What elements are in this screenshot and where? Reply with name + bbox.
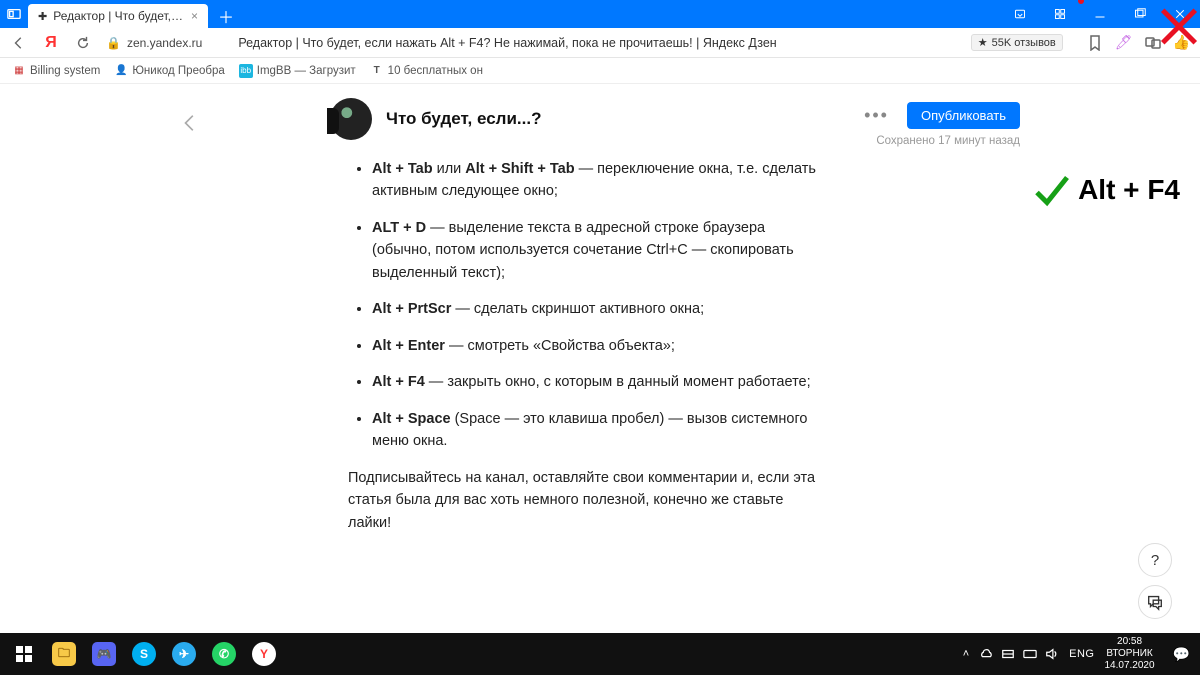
file-explorer-icon[interactable]: 🗀	[44, 633, 84, 675]
discord-icon[interactable]: 🎮	[84, 633, 124, 675]
bookmark-item[interactable]: ▦Billing system	[12, 64, 100, 78]
lock-icon: 🔒	[106, 36, 121, 50]
shortcut-item: Alt + Tab или Alt + Shift + Tab — перекл…	[372, 158, 828, 203]
thumbs-up-icon[interactable]: 👍	[1173, 34, 1190, 51]
address-field[interactable]: 🔒 zen.yandex.ru	[106, 36, 202, 50]
cloud-icon[interactable]	[979, 647, 993, 661]
reviews-badge[interactable]: ★ 55K отзывов	[971, 34, 1063, 51]
editor-back-button[interactable]	[180, 112, 202, 139]
more-menu-icon[interactable]: •••	[864, 105, 889, 126]
reload-button[interactable]	[74, 34, 92, 52]
url-host: zen.yandex.ru	[127, 36, 202, 50]
shortcut-item: ALT + D — выделение текста в адресной ст…	[372, 217, 828, 284]
bookmark-icon[interactable]	[1087, 35, 1103, 51]
close-button[interactable]	[1160, 0, 1200, 28]
language-indicator[interactable]: ENG	[1069, 648, 1094, 660]
browser-tab[interactable]: ✚ Редактор | Что будет, ес ×	[28, 4, 208, 28]
feather-icon[interactable]: 🖊	[1115, 34, 1133, 51]
channel-title: Что будет, если...?	[386, 109, 541, 129]
article-body[interactable]: Alt + Tab или Alt + Shift + Tab — перекл…	[348, 158, 828, 534]
shortcut-item: Alt + F4 — закрыть окно, с которым в дан…	[372, 371, 828, 393]
tray-chevron-icon[interactable]: ˄	[963, 648, 969, 660]
system-tray[interactable]	[979, 647, 1059, 661]
bookmark-item[interactable]: T10 бесплатных он	[370, 64, 483, 78]
bookmarks-bar: ▦Billing system 👤Юникод Преобра ibbImgBB…	[0, 58, 1200, 84]
maximize-button[interactable]	[1120, 0, 1160, 28]
back-button[interactable]	[10, 34, 28, 52]
reviews-text: 55K отзывов	[992, 37, 1056, 49]
start-button[interactable]	[4, 633, 44, 675]
new-tab-button[interactable]: ＋	[214, 4, 238, 28]
minimize-button[interactable]	[1080, 0, 1120, 28]
shortcut-item: Alt + Enter — смотреть «Свойства объекта…	[372, 335, 828, 357]
zen-favicon: ✚	[38, 10, 47, 23]
whatsapp-icon[interactable]: ✆	[204, 633, 244, 675]
volume-icon[interactable]	[1045, 647, 1059, 661]
annotation-text: Alt + F4	[1078, 174, 1180, 206]
bookmark-item[interactable]: ibbImgBB — Загрузит	[239, 64, 356, 78]
extensions-icon[interactable]	[1040, 0, 1080, 28]
publish-button[interactable]: Опубликовать	[907, 102, 1020, 129]
telegram-icon[interactable]: ✈	[164, 633, 204, 675]
save-status: Сохранено 17 минут назад	[876, 135, 1020, 147]
skype-icon[interactable]: S	[124, 633, 164, 675]
input-icon[interactable]	[1023, 647, 1037, 661]
clock[interactable]: 20:58 ВТОРНИК 14.07.2020	[1105, 636, 1163, 672]
help-button[interactable]: ?	[1138, 543, 1172, 577]
shortcut-item: Alt + PrtScr — сделать скриншот активног…	[372, 298, 828, 320]
tab-title: Редактор | Что будет, ес	[53, 9, 185, 23]
tab-close-icon[interactable]: ×	[191, 9, 198, 23]
feedback-button[interactable]	[1138, 585, 1172, 619]
task-view-icon[interactable]	[0, 0, 28, 28]
star-icon: ★	[978, 36, 988, 49]
sync-icon[interactable]	[1000, 0, 1040, 28]
shortcut-item: Alt + Space (Space — это клавиша пробел)…	[372, 408, 828, 453]
yandex-browser-icon[interactable]: Y	[244, 633, 284, 675]
page-title: Редактор | Что будет, если нажать Alt + …	[238, 36, 776, 50]
annotation-overlay: Alt + F4	[1032, 170, 1180, 210]
translate-icon[interactable]	[1145, 35, 1161, 51]
network-icon[interactable]	[1001, 647, 1015, 661]
notifications-icon[interactable]: 💬	[1173, 646, 1196, 663]
bookmark-item[interactable]: 👤Юникод Преобра	[114, 64, 224, 78]
closing-paragraph: Подписывайтесь на канал, оставляйте свои…	[348, 467, 828, 534]
channel-avatar[interactable]	[330, 98, 372, 140]
yandex-logo[interactable]: Я	[42, 34, 60, 52]
check-icon	[1032, 170, 1072, 210]
